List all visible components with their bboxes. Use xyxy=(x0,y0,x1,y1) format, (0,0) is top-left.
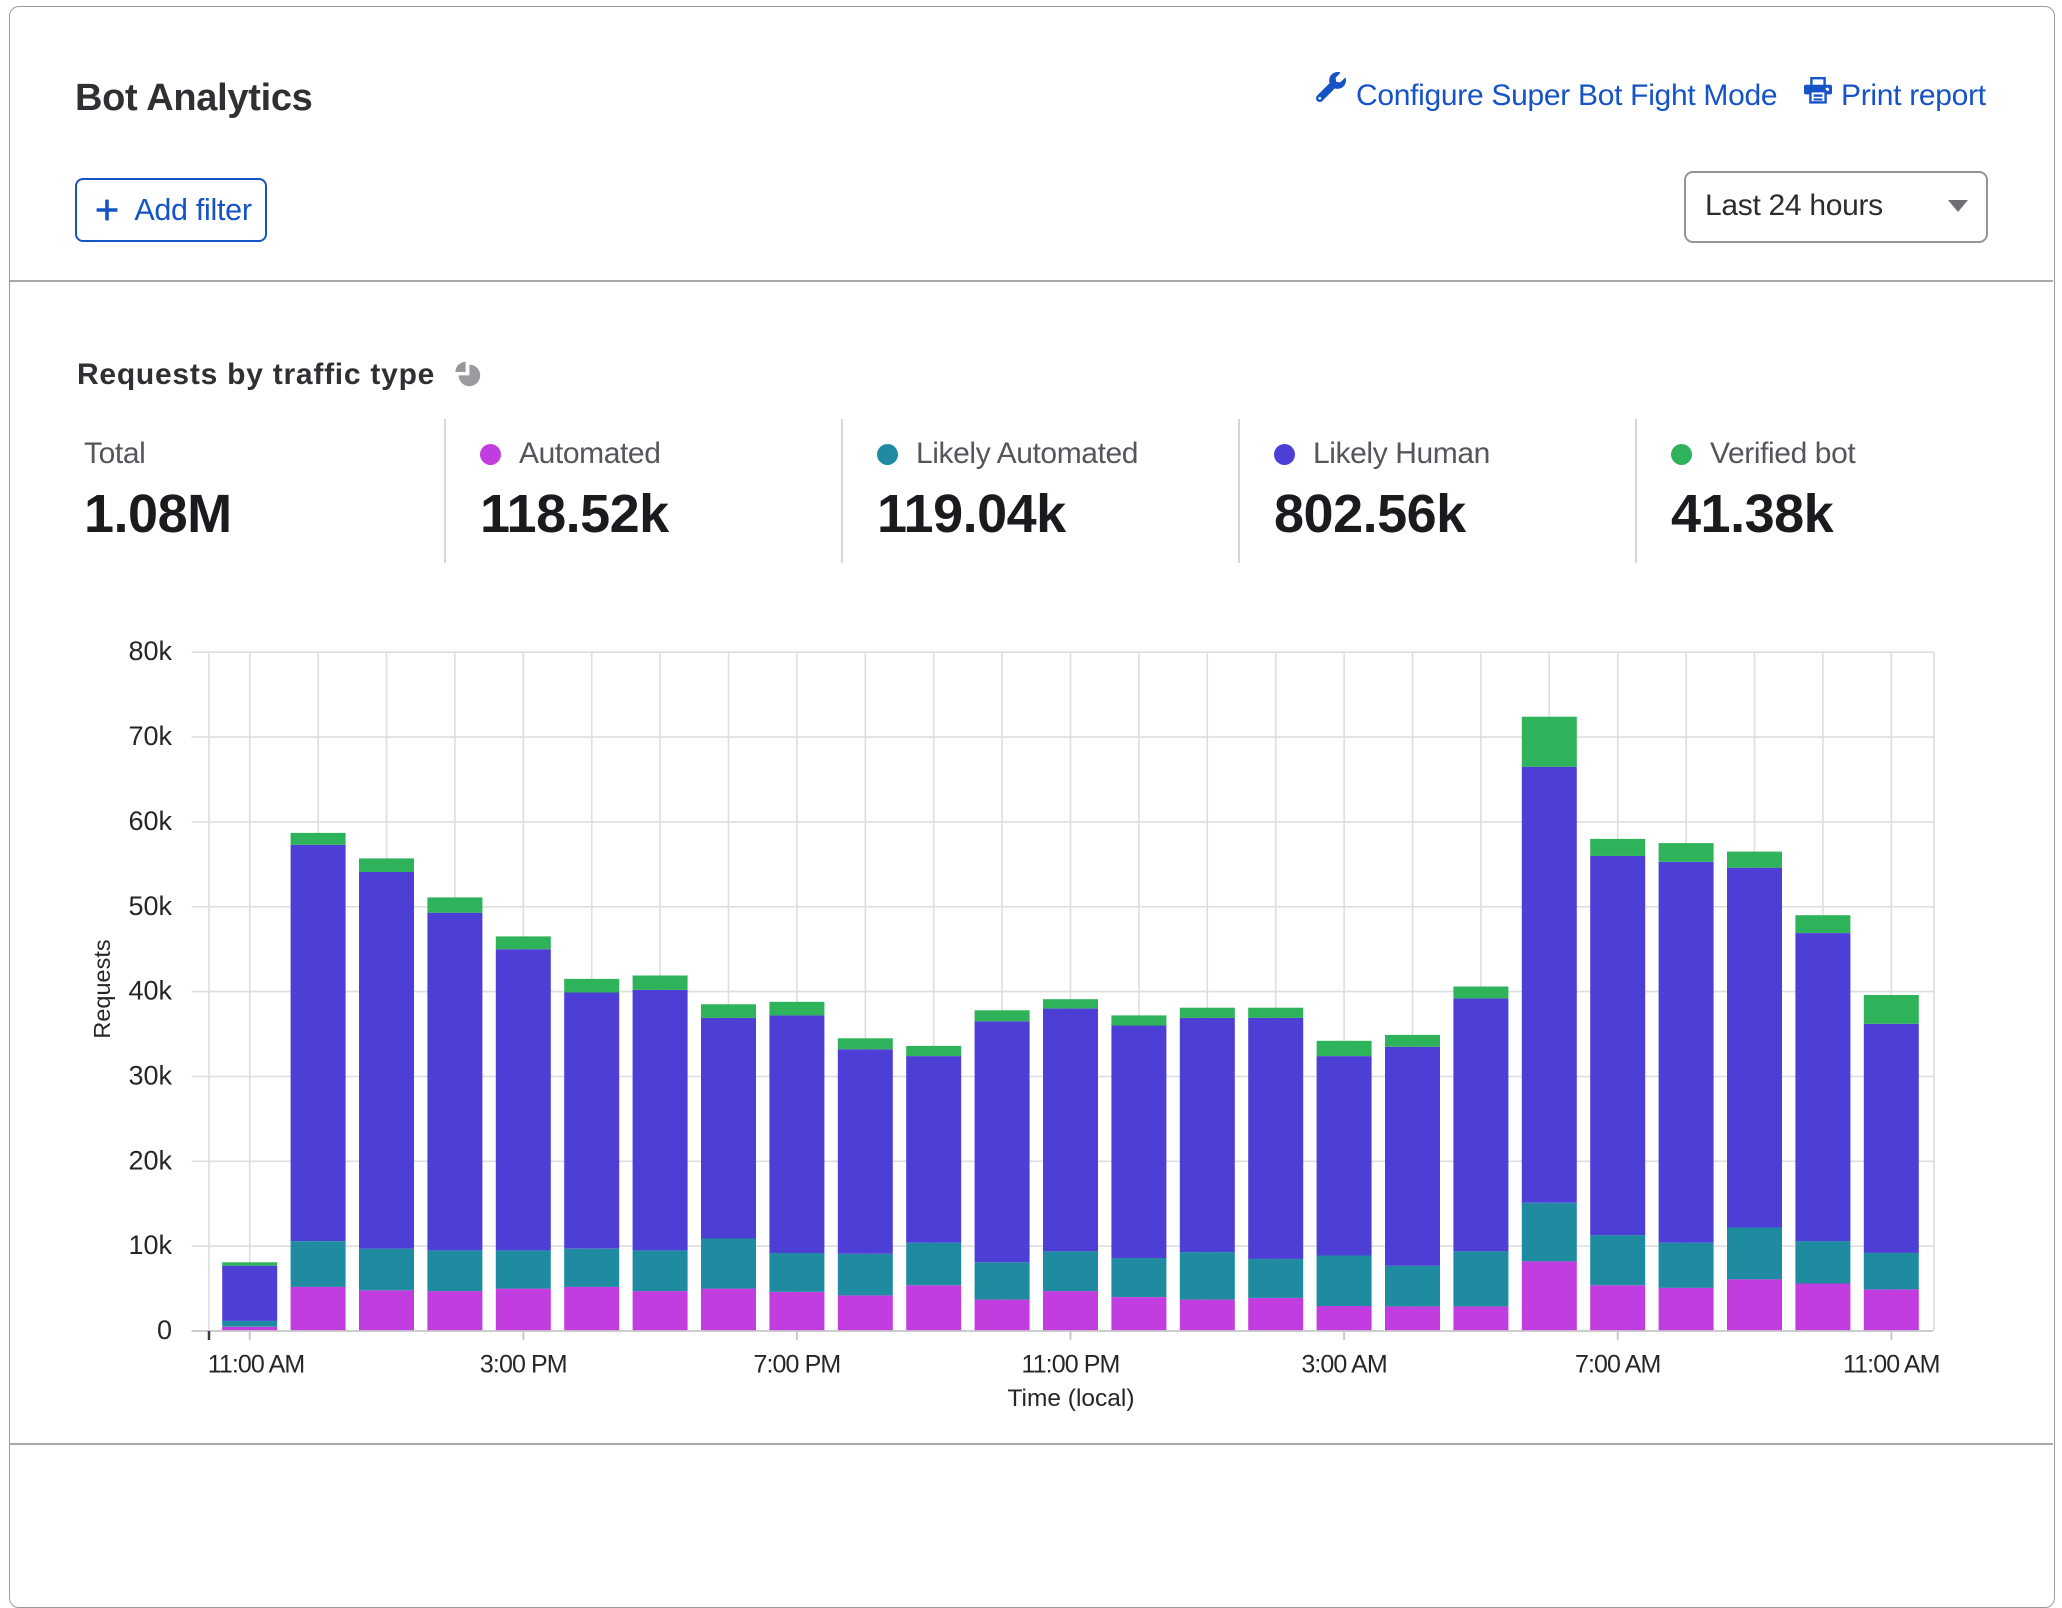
svg-text:80k: 80k xyxy=(128,636,172,666)
svg-text:Requests: Requests xyxy=(89,939,115,1038)
svg-text:11:00 PM: 11:00 PM xyxy=(1022,1351,1120,1379)
svg-text:40k: 40k xyxy=(128,976,172,1006)
svg-text:7:00 PM: 7:00 PM xyxy=(753,1351,840,1379)
svg-text:70k: 70k xyxy=(128,721,172,751)
svg-text:0: 0 xyxy=(157,1315,172,1345)
svg-text:10k: 10k xyxy=(128,1230,172,1260)
svg-text:Time (local): Time (local) xyxy=(1007,1385,1134,1412)
svg-text:60k: 60k xyxy=(128,806,172,836)
svg-text:11:00 AM: 11:00 AM xyxy=(208,1351,305,1379)
svg-text:3:00 AM: 3:00 AM xyxy=(1301,1351,1386,1379)
svg-text:50k: 50k xyxy=(128,891,172,921)
svg-text:11:00 AM: 11:00 AM xyxy=(1843,1351,1940,1379)
svg-text:20k: 20k xyxy=(128,1145,172,1175)
svg-text:3:00 PM: 3:00 PM xyxy=(480,1351,567,1379)
svg-text:30k: 30k xyxy=(128,1061,172,1091)
svg-text:7:00 AM: 7:00 AM xyxy=(1575,1351,1660,1379)
